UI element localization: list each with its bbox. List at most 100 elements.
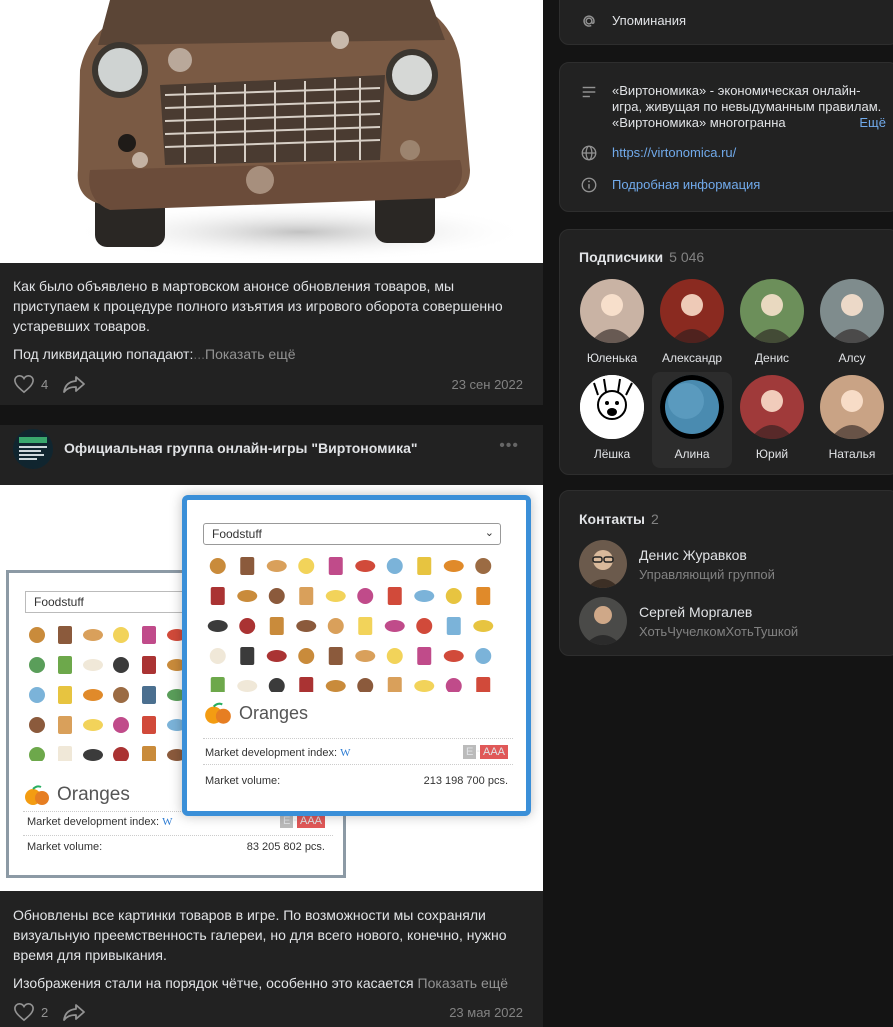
subscriber-name: Юрий	[755, 447, 789, 461]
post-preview: Изображения стали на порядок чётче, особ…	[13, 973, 533, 993]
heart-icon	[14, 1002, 34, 1022]
subscribers-panel: Подписчики 5 046 Юленька Александр Денис Алс…	[559, 229, 893, 475]
post-text: Как было объявлено в мартовском анонсе о…	[13, 278, 503, 334]
heart-icon	[14, 374, 34, 394]
contacts-title[interactable]: Контакты 2	[579, 511, 659, 527]
subscriber-name: Юленька	[586, 351, 638, 365]
description-more-link[interactable]: Ещё	[856, 115, 886, 131]
share-arrow-icon	[63, 1004, 86, 1021]
gallery-card-new: Foodstuff ⌄ Oranges Market development i…	[182, 495, 531, 816]
page: Как было объявлено в мартовском анонсе о…	[0, 0, 893, 1027]
subscriber-name: Алсу	[838, 351, 866, 365]
share-button[interactable]	[62, 1002, 86, 1022]
subscriber-name: Денис	[754, 351, 790, 365]
subscriber-name: Александр	[661, 351, 723, 365]
mentions-panel: Упоминания	[559, 0, 893, 45]
grade-badge: E - AAA	[462, 745, 508, 759]
grade-badge: E - AAA	[279, 814, 325, 828]
product-name-row: Oranges	[203, 700, 308, 726]
post: Официальная группа онлайн-игры "Виртоном…	[0, 425, 543, 1027]
mv-value: 213 198 700 pcs.	[423, 775, 508, 787]
subscriber-name: Лёшка	[593, 447, 631, 461]
product-name: Oranges	[57, 784, 130, 805]
description-row: «Виртономика» - экономическая онлайн-игр…	[580, 83, 886, 131]
post-actions: 2	[13, 1000, 86, 1024]
website-row: https://virtonomica.ru/	[580, 144, 736, 162]
like-button[interactable]: 4	[13, 374, 48, 394]
contact-name: Сергей Моргалев	[639, 603, 753, 620]
avatar	[820, 279, 884, 343]
mv-label: Market volume:	[27, 841, 103, 853]
avatar	[580, 375, 644, 439]
subscribers-title[interactable]: Подписчики 5 046	[579, 249, 704, 265]
subscriber-name: Алина	[674, 447, 710, 461]
chevron-down-icon: ⌄	[484, 527, 494, 539]
show-more-link[interactable]: Показать ещё	[418, 975, 509, 991]
mv-label: Market volume:	[205, 775, 281, 787]
subscriber-item[interactable]: Лёшка	[572, 372, 652, 468]
contacts-count: 2	[651, 511, 659, 527]
avatar	[660, 279, 724, 343]
like-count: 4	[41, 376, 49, 392]
more-options-icon[interactable]: •••	[499, 437, 519, 455]
subscriber-item[interactable]: Юленька	[572, 276, 652, 372]
subscriber-item[interactable]: Александр	[652, 276, 732, 372]
at-icon	[583, 15, 595, 27]
contacts-panel: Контакты 2 Денис Журавков Управляющий гру…	[559, 490, 893, 656]
subscriber-item[interactable]: Юрий	[732, 372, 812, 468]
contact-role: ХотьЧучелкомХотьТушкой	[639, 623, 799, 639]
product-icons-grid	[207, 557, 494, 692]
category-select: Foodstuff ⌄	[203, 523, 501, 545]
group-avatar[interactable]	[13, 429, 53, 469]
mentions-link[interactable]: Упоминания	[580, 12, 686, 30]
avatar	[580, 279, 644, 343]
post-image-rusty-car[interactable]	[0, 0, 543, 263]
subscriber-item[interactable]: Наталья	[812, 372, 892, 468]
mentions-label: Упоминания	[612, 13, 687, 28]
avatar	[579, 540, 627, 588]
description-text: «Виртономика» - экономическая онлайн-игр…	[612, 83, 886, 131]
subscriber-name: Наталья	[828, 447, 876, 461]
avatar	[740, 279, 804, 343]
post-preview-text: Под ликвидацию попадают:	[13, 346, 194, 362]
website-link[interactable]: https://virtonomica.ru/	[612, 144, 736, 162]
mdi-label-row: Market development index: W	[205, 747, 351, 759]
orange-icon	[205, 702, 231, 724]
info-icon	[581, 177, 597, 193]
product-icons-grid	[29, 626, 187, 761]
share-arrow-icon	[63, 376, 86, 393]
post-preview: Под ликвидацию попадают:...Показать ещё	[13, 344, 533, 364]
subscribers-count: 5 046	[669, 249, 705, 265]
subscriber-item[interactable]: Алина	[652, 372, 732, 468]
contact-item[interactable]: Сергей Моргалев ХотьЧучелкомХотьТушкой	[579, 597, 798, 645]
subscriber-item[interactable]: Алсу	[812, 276, 892, 372]
mv-value: 83 205 802 pcs.	[246, 841, 325, 853]
post-image-product-gallery[interactable]: Foodstuff Oranges Market development ind…	[0, 485, 543, 891]
globe-icon	[581, 145, 597, 161]
like-count: 2	[41, 1004, 49, 1020]
mdi-label-row: Market development index: W	[27, 816, 173, 828]
group-name-link[interactable]: Официальная группа онлайн-игры "Виртоном…	[64, 440, 418, 456]
post-text: Обновлены все картинки товаров в игре. П…	[13, 907, 507, 963]
avatar	[660, 375, 724, 439]
post-date: 23 мая 2022	[449, 1005, 523, 1020]
contact-name: Денис Журавков	[639, 546, 747, 563]
share-button[interactable]	[62, 374, 86, 394]
like-button[interactable]: 2	[13, 1002, 48, 1022]
show-more-link[interactable]: Показать ещё	[205, 346, 296, 362]
product-name-row: Oranges	[23, 783, 130, 807]
post-preview-ellipsis: ...	[193, 346, 206, 362]
post-date: 23 сен 2022	[451, 377, 523, 392]
avatar	[740, 375, 804, 439]
product-name: Oranges	[239, 702, 309, 723]
avatar	[579, 597, 627, 645]
post: Как было объявлено в мартовском анонсе о…	[0, 0, 543, 405]
details-link[interactable]: Подробная информация	[612, 176, 760, 194]
post-actions: 4	[13, 372, 86, 396]
post-preview-text: Изображения стали на порядок чётче, особ…	[13, 975, 414, 991]
text-lines-icon	[582, 86, 596, 98]
contact-item[interactable]: Денис Журавков Управляющий группой	[579, 540, 775, 588]
subscriber-item[interactable]: Денис	[732, 276, 812, 372]
details-row: Подробная информация	[580, 176, 760, 194]
avatar	[820, 375, 884, 439]
